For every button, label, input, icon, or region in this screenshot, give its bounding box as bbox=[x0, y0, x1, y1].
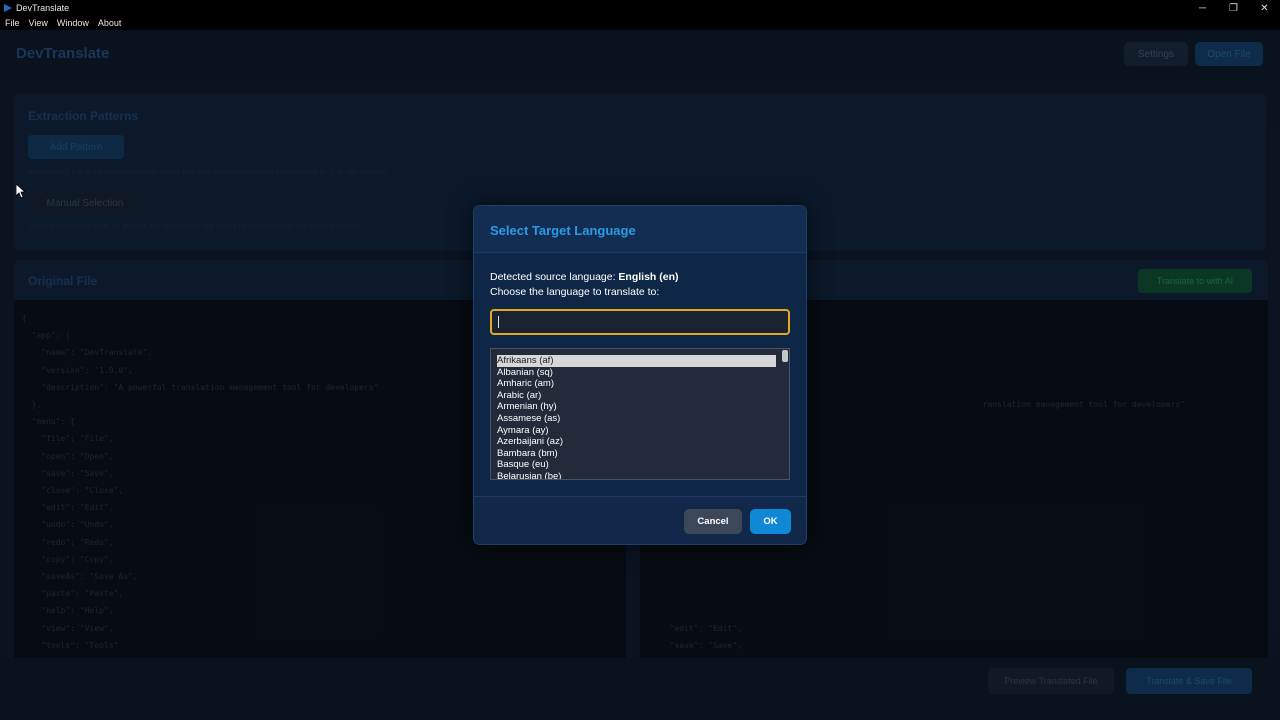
title-bar: DevTranslate ─ ❐ ✕ bbox=[0, 0, 1280, 16]
language-search-input[interactable] bbox=[490, 309, 790, 335]
menu-about[interactable]: About bbox=[93, 18, 126, 28]
language-option[interactable]: Assamese (as) bbox=[497, 413, 776, 425]
dialog-header: Select Target Language bbox=[474, 206, 806, 253]
language-option[interactable]: Armenian (hy) bbox=[497, 401, 776, 413]
dialog-title: Select Target Language bbox=[490, 223, 636, 238]
cancel-button[interactable]: Cancel bbox=[684, 509, 742, 534]
minimize-button[interactable]: ─ bbox=[1187, 0, 1218, 16]
detected-label: Detected source language: bbox=[490, 271, 619, 283]
dialog-body: Detected source language: English (en) C… bbox=[474, 253, 806, 496]
language-option[interactable]: Azerbaijani (az) bbox=[497, 436, 776, 448]
window-controls: ─ ❐ ✕ bbox=[1187, 0, 1280, 16]
choose-language-text: Choose the language to translate to: bbox=[490, 286, 660, 298]
select-language-dialog: Select Target Language Detected source l… bbox=[473, 205, 807, 545]
detected-value: English (en) bbox=[618, 271, 679, 283]
window-title: DevTranslate bbox=[16, 3, 70, 13]
language-option-selected[interactable]: Afrikaans (af) bbox=[497, 355, 776, 367]
ok-button[interactable]: OK bbox=[750, 509, 791, 534]
language-option[interactable]: Belarusian (be) bbox=[497, 471, 776, 479]
language-option[interactable]: Basque (eu) bbox=[497, 459, 776, 471]
language-option[interactable]: Bambara (bm) bbox=[497, 448, 776, 460]
list-scrollbar[interactable] bbox=[782, 350, 788, 362]
language-option[interactable]: Albanian (sq) bbox=[497, 367, 776, 379]
menu-file[interactable]: File bbox=[0, 18, 24, 28]
language-option[interactable]: Amharic (am) bbox=[497, 378, 776, 390]
app-icon bbox=[4, 4, 12, 12]
language-list[interactable]: Afrikaans (af) Albanian (sq) Amharic (am… bbox=[490, 348, 790, 480]
language-option[interactable]: Aymara (ay) bbox=[497, 425, 776, 437]
restore-button[interactable]: ❐ bbox=[1218, 0, 1249, 16]
menu-window[interactable]: Window bbox=[52, 18, 93, 28]
close-button[interactable]: ✕ bbox=[1249, 0, 1280, 16]
detected-language-text: Detected source language: English (en) bbox=[490, 271, 679, 283]
language-option[interactable]: Arabic (ar) bbox=[497, 390, 776, 402]
menu-view[interactable]: View bbox=[24, 18, 52, 28]
text-caret bbox=[498, 316, 499, 328]
dialog-footer: Cancel OK bbox=[474, 496, 806, 544]
menu-bar: File View Window About bbox=[0, 16, 1280, 30]
